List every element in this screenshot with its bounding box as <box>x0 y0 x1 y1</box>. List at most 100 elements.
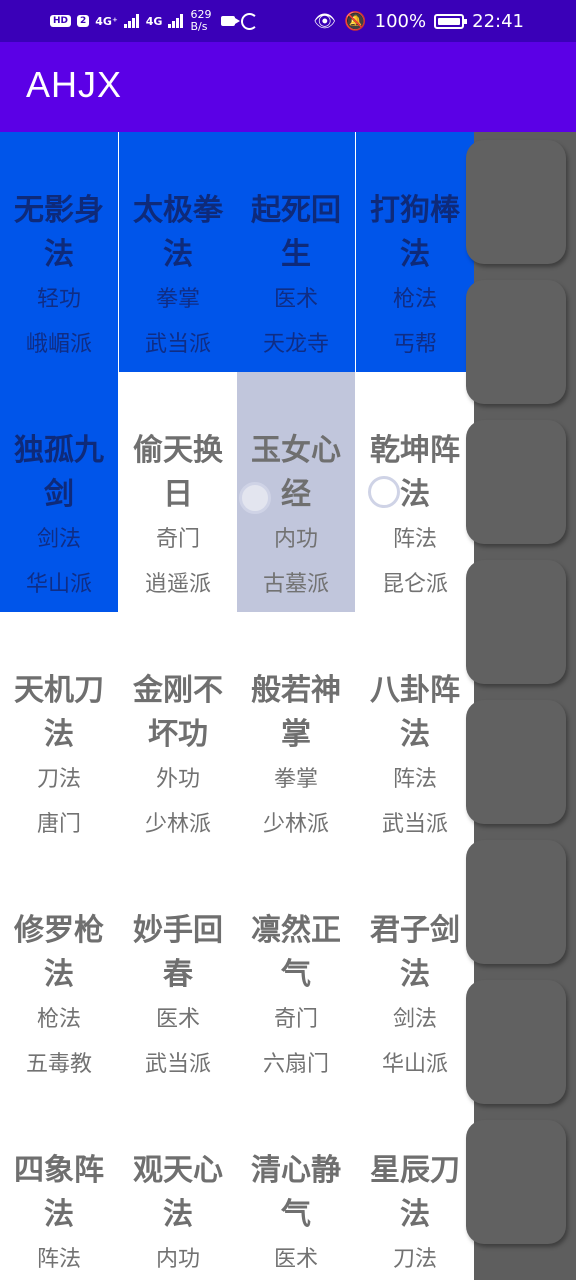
skill-name: 修罗枪法 <box>14 913 104 992</box>
skill-category: 枪法 <box>36 1007 81 1032</box>
signal2-icon <box>168 14 184 28</box>
skill-card[interactable]: 天机刀法刀法 唐门 <box>0 612 118 852</box>
skill-category: 拳掌 <box>273 767 318 792</box>
skill-card[interactable]: 般若神掌拳掌 少林派 <box>237 612 355 852</box>
skill-category: 枪法 <box>392 287 437 312</box>
eye-icon: 👁 <box>313 10 337 32</box>
skill-sect: 武当派 <box>144 1052 211 1077</box>
status-right: 👁 🔕 100% 22:41 <box>313 0 524 42</box>
overlay-card <box>466 980 566 1104</box>
skill-name: 凛然正气 <box>251 913 341 992</box>
skill-category: 阵法 <box>392 527 437 552</box>
battery-percent: 100% <box>374 10 427 32</box>
skill-card[interactable]: 偷天换日奇门 逍遥派 <box>119 372 237 612</box>
skill-name: 起死回生 <box>251 193 341 272</box>
skill-card[interactable]: 修罗枪法枪法 五毒教 <box>0 852 118 1092</box>
overlay-card <box>466 420 566 544</box>
skill-name: 星辰刀法 <box>370 1153 460 1232</box>
skill-category: 刀法 <box>392 1247 437 1272</box>
skill-card[interactable]: 起死回生医术 天龙寺 <box>237 132 355 372</box>
skill-sect: 六扇门 <box>262 1052 329 1077</box>
overlay-card <box>466 1120 566 1244</box>
skill-sect: 武当派 <box>381 812 448 837</box>
skill-card[interactable]: 星辰刀法刀法 <box>356 1092 474 1280</box>
skill-card[interactable]: 妙手回春医术 武当派 <box>119 852 237 1092</box>
skill-grid: 无影身法轻功 峨嵋派 太极拳法拳掌 武当派 起死回生医术 天龙寺 打狗棒法枪法 丐帮 独孤九剑剑… <box>0 132 474 1280</box>
overlay-card <box>466 280 566 404</box>
network-speed: 629 B/s <box>190 9 211 33</box>
touch-ripple <box>239 482 271 514</box>
skill-card[interactable]: 金刚不 坏功 外功 少林派 <box>119 612 237 852</box>
signal1-label: 4G⁺ <box>95 14 118 28</box>
skill-category: 阵法 <box>36 1247 81 1272</box>
skill-sect: 丐帮 <box>392 332 437 357</box>
skill-name: 妙手回春 <box>133 913 223 992</box>
status-left: HD 2 4G⁺ 4G 629 B/s <box>50 0 259 42</box>
skill-sect: 峨嵋派 <box>25 332 92 357</box>
skill-category: 剑法 <box>36 527 81 552</box>
overlay-card <box>466 840 566 964</box>
skill-card[interactable]: 玉女心经内功 古墓派 <box>237 372 355 612</box>
mute-bell-icon: 🔕 <box>344 10 367 32</box>
loading-icon <box>241 12 259 30</box>
touch-ripple <box>368 476 400 508</box>
skill-category: 轻功 <box>36 287 81 312</box>
skill-name: 打狗棒法 <box>370 193 460 272</box>
overlay-card <box>466 700 566 824</box>
skill-category: 阵法 <box>392 767 437 792</box>
skill-name: 君子剑法 <box>370 913 460 992</box>
skill-sect: 华山派 <box>381 1052 448 1077</box>
overlay-card <box>466 560 566 684</box>
skill-card[interactable]: 乾坤阵法阵法 昆仑派 <box>356 372 474 612</box>
skill-category: 外功 <box>155 767 200 792</box>
skill-category: 医术 <box>273 1247 318 1272</box>
skill-card[interactable]: 观天心法内功 <box>119 1092 237 1280</box>
skill-sect: 昆仑派 <box>381 572 448 597</box>
skill-card[interactable]: 八卦阵法阵法 武当派 <box>356 612 474 852</box>
skill-name: 独孤九剑 <box>14 433 104 512</box>
skill-name: 八卦阵法 <box>370 673 460 752</box>
skill-name: 清心静气 <box>251 1153 341 1232</box>
skill-card[interactable]: 打狗棒法枪法 丐帮 <box>356 132 474 372</box>
skill-sect: 五毒教 <box>25 1052 92 1077</box>
skill-card[interactable]: 独孤九剑剑法 华山派 <box>0 372 118 612</box>
skill-category: 剑法 <box>392 1007 437 1032</box>
skill-sect: 古墓派 <box>262 572 329 597</box>
skill-category: 医术 <box>273 287 318 312</box>
video-camera-icon <box>221 16 241 26</box>
skill-category: 刀法 <box>36 767 81 792</box>
skill-card[interactable]: 清心静气医术 <box>237 1092 355 1280</box>
skill-category: 内功 <box>155 1247 200 1272</box>
skill-card[interactable]: 无影身法轻功 峨嵋派 <box>0 132 118 372</box>
skill-sect: 华山派 <box>25 572 92 597</box>
signal2-label: 4G <box>145 14 163 28</box>
overlay-card <box>466 140 566 264</box>
drawer-overlay[interactable] <box>466 132 576 1280</box>
skill-name: 金刚不 坏功 <box>133 673 223 752</box>
app-title: AHJX <box>26 64 123 105</box>
status-bar: HD 2 4G⁺ 4G 629 B/s 👁 🔕 100% 22:41 <box>0 0 576 42</box>
signal1-icon <box>123 14 140 28</box>
skill-category: 拳掌 <box>155 287 200 312</box>
skill-sect: 天龙寺 <box>262 332 329 357</box>
skill-category: 内功 <box>273 527 318 552</box>
skill-sect: 逍遥派 <box>144 572 211 597</box>
battery-icon <box>434 13 468 29</box>
skill-card[interactable]: 凛然正气奇门 六扇门 <box>237 852 355 1092</box>
skill-name: 偷天换日 <box>133 433 223 512</box>
skill-sect: 少林派 <box>262 812 329 837</box>
skill-sect: 唐门 <box>36 812 81 837</box>
skill-category: 奇门 <box>155 527 200 552</box>
skill-card[interactable]: 君子剑法剑法 华山派 <box>356 852 474 1092</box>
speed-unit: B/s <box>190 20 208 33</box>
skill-category: 医术 <box>155 1007 200 1032</box>
hd-badge: HD <box>50 15 72 27</box>
skill-sect: 武当派 <box>144 332 211 357</box>
skill-name: 般若神掌 <box>251 673 341 752</box>
skill-name: 太极拳法 <box>133 193 223 272</box>
skill-name: 无影身法 <box>14 193 104 272</box>
skill-card[interactable]: 太极拳法拳掌 武当派 <box>119 132 237 372</box>
app-bar: AHJX <box>0 42 576 132</box>
skill-card[interactable]: 四象阵法阵法 <box>0 1092 118 1280</box>
skill-name: 观天心法 <box>133 1153 223 1232</box>
